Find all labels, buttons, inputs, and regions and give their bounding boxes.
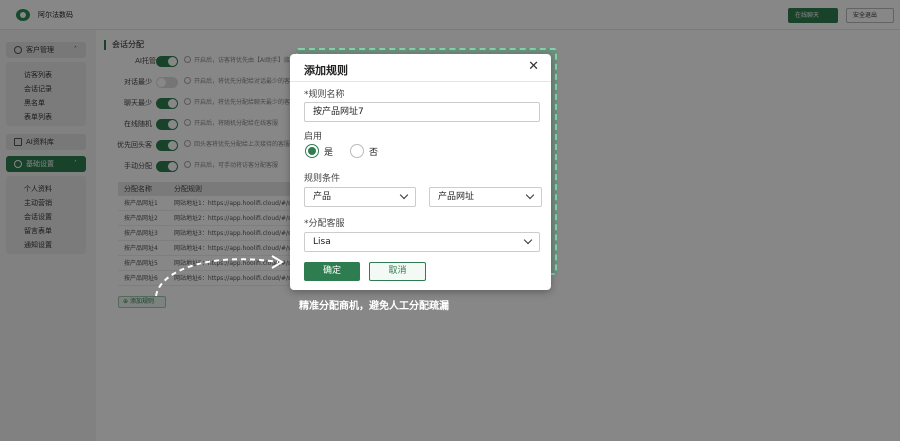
chevron-down-icon — [399, 190, 409, 200]
divider — [290, 81, 551, 82]
agent-select[interactable]: Lisa — [304, 232, 540, 252]
rule-name-input[interactable]: 按产品网址7 — [304, 102, 540, 122]
cancel-button[interactable]: 取消 — [369, 262, 426, 281]
condition-field-select[interactable]: 产品 — [304, 187, 416, 207]
enable-no-label: 否 — [369, 148, 379, 158]
add-rule-dialog: 添加规则 ✕ *规则名称 按产品网址7 启用 是 否 规则条件 产品 产品网址 … — [290, 54, 551, 290]
enable-yes-label: 是 — [324, 148, 334, 158]
select-value: 产品 — [313, 192, 332, 202]
close-icon[interactable]: ✕ — [528, 60, 539, 74]
enable-yes-radio[interactable] — [305, 144, 319, 158]
agent-label: *分配客服 — [304, 219, 345, 229]
enable-label: 启用 — [304, 132, 323, 142]
promo-caption: 精准分配商机，避免人工分配疏漏 — [299, 301, 449, 312]
dashed-arrow-icon — [155, 255, 284, 297]
condition-label: 规则条件 — [304, 174, 341, 184]
chevron-down-icon — [525, 190, 535, 200]
confirm-button[interactable]: 确定 — [304, 262, 360, 281]
chevron-down-icon — [523, 235, 533, 245]
condition-value-select[interactable]: 产品网址 — [429, 187, 542, 207]
enable-no-radio[interactable] — [350, 144, 364, 158]
dialog-title: 添加规则 — [304, 64, 348, 77]
select-value: Lisa — [313, 237, 331, 247]
rule-name-label: *规则名称 — [304, 90, 345, 100]
select-value: 产品网址 — [438, 192, 475, 202]
